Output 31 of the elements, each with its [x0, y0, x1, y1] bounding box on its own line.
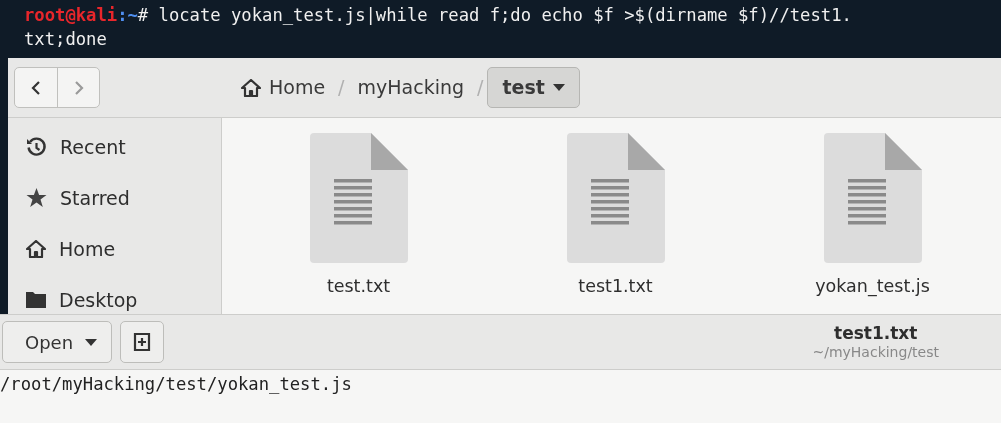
text-file-icon [566, 133, 665, 263]
sidebar-item[interactable]: Home [8, 235, 221, 263]
sidebar-item[interactable]: Starred [8, 184, 221, 212]
path-button[interactable]: myHacking [348, 67, 474, 108]
chevron-left-icon [30, 79, 42, 96]
sidebar-item[interactable]: Desktop [8, 286, 221, 314]
caret-icon [85, 338, 98, 346]
path-button[interactable]: test [487, 67, 580, 108]
document-path: ~/myHacking/test [812, 343, 939, 361]
text-file-icon [823, 133, 922, 263]
home-icon [241, 78, 261, 97]
path-button[interactable]: Home [232, 67, 335, 108]
path-separator: / [476, 75, 485, 101]
star-icon [26, 188, 47, 208]
document-text: /root/myHacking/test/yokan_test.js [0, 373, 353, 396]
file-item[interactable]: yokan_test.js [744, 133, 1001, 300]
file-item[interactable]: test.txt [230, 133, 487, 300]
caret-icon [552, 84, 565, 91]
clock-icon [26, 136, 47, 158]
chevron-right-icon [72, 79, 85, 96]
home-icon [26, 240, 46, 258]
document-title: test1.txt [834, 323, 918, 344]
text-file-icon [309, 133, 408, 263]
new-document-button[interactable] [120, 321, 165, 363]
sidebar-item[interactable]: Recent [8, 133, 221, 161]
open-button[interactable]: Open [2, 321, 113, 363]
terminal-output-line: txt;done [24, 28, 107, 51]
path-separator: / [337, 75, 346, 101]
folder-icon [26, 292, 46, 308]
file-item[interactable]: test1.txt [487, 133, 744, 300]
terminal-command-line: root@kali:~# locate yokan_test.js|while read f;do echo $f >$(dirname $f)//test1. [24, 4, 852, 27]
